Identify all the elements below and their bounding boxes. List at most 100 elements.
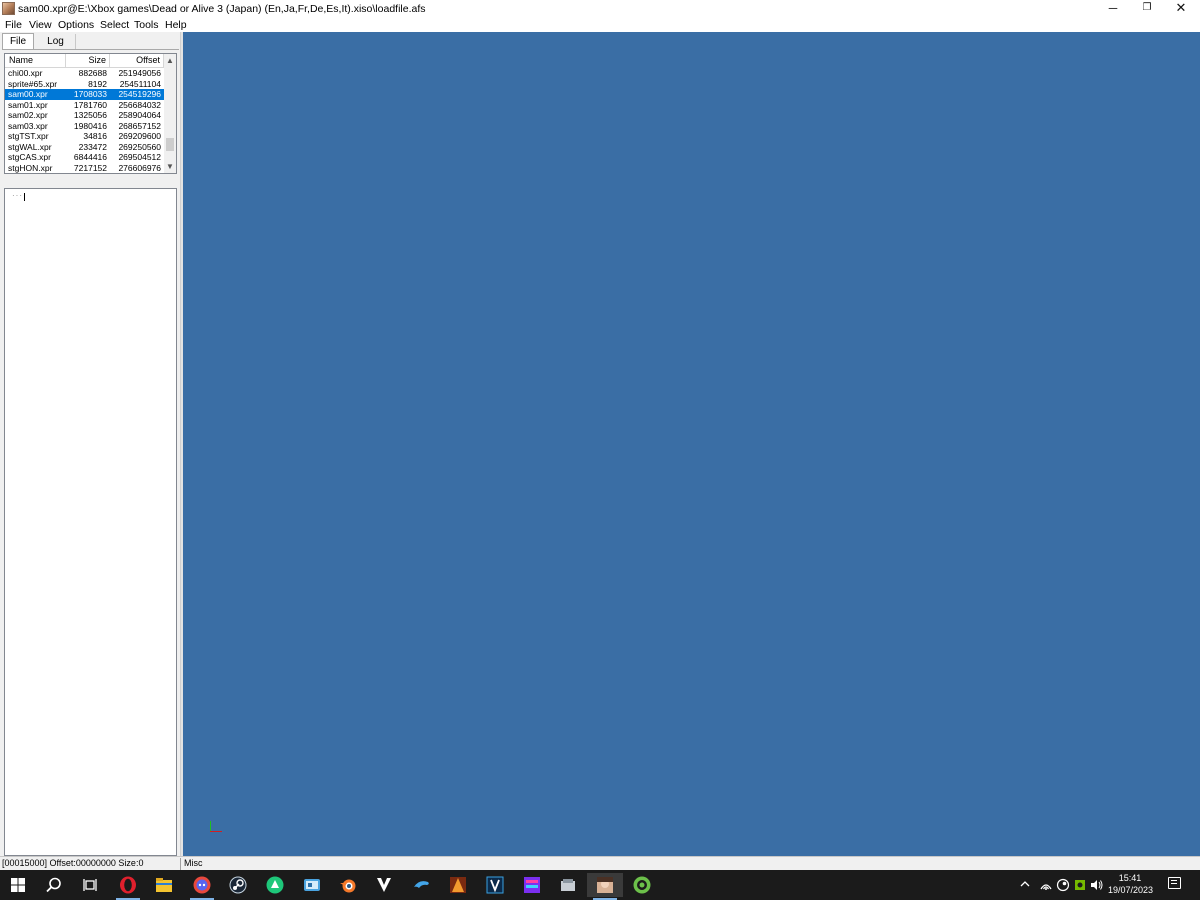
list-item[interactable]: sam01.xpr 1781760 256684032 (5, 100, 164, 111)
cell-size: 8192 (88, 78, 107, 89)
scroll-up-arrow-icon[interactable]: ▲ (164, 55, 176, 66)
cell-name: sam02.xpr (8, 110, 48, 120)
steam-icon[interactable] (220, 873, 256, 897)
status-bar: [00015000] Offset:00000000 Size:0 Misc (0, 856, 1200, 870)
blender-icon[interactable] (330, 873, 366, 897)
app-green-icon[interactable] (257, 873, 293, 897)
nvidia-icon[interactable] (1073, 877, 1087, 893)
file-list-rows: chi00.xpr 882688 251949056 sprite#65.xpr 81… (5, 68, 164, 173)
cell-offset: 254511104 (119, 78, 161, 89)
menu-view[interactable]: View (29, 19, 52, 31)
task-view-icon[interactable] (72, 873, 108, 897)
column-header-offset[interactable]: Offset (110, 54, 164, 67)
minimize-button[interactable]: ─ (1096, 0, 1130, 17)
windows-start-icon[interactable] (0, 873, 36, 897)
cell-size: 1781760 (73, 99, 107, 110)
column-header-name[interactable]: Name (5, 54, 66, 67)
window-title: sam00.xpr@E:\Xbox games\Dead or Alive 3 … (18, 3, 426, 15)
clock-date: 19/07/2023 (1108, 885, 1154, 895)
file-list-scrollbar[interactable]: ▲ ▼ (164, 54, 176, 173)
list-item[interactable]: stgTST.xpr 34816 269209600 (5, 131, 164, 142)
cell-size: 6844416 (73, 152, 107, 162)
tree-view[interactable]: ···· (4, 188, 177, 856)
search-icon[interactable] (36, 873, 72, 897)
opera-browser-icon[interactable] (110, 873, 146, 900)
list-item-selected[interactable]: sam00.xpr 1708033 254519296 (5, 89, 164, 100)
app-blue-icon[interactable] (294, 873, 330, 897)
cell-name: sam03.xpr (8, 120, 48, 131)
discord-icon[interactable] (184, 873, 220, 900)
cell-size: 882688 (78, 68, 107, 78)
cell-name: sprite#65.xpr (8, 78, 58, 89)
network-icon[interactable] (1039, 877, 1053, 893)
title-bar: sam00.xpr@E:\Xbox games\Dead or Alive 3 … (0, 0, 1200, 17)
vegas-icon[interactable] (477, 873, 513, 897)
list-item[interactable]: stgWAL.xpr 233472 269250560 (5, 142, 164, 153)
tab-file[interactable]: File (2, 33, 34, 49)
restore-button[interactable]: ❐ (1130, 0, 1164, 17)
dolphin-emulator-icon[interactable] (404, 873, 440, 897)
cell-size: 1980416 (73, 120, 107, 131)
cell-name: stgCAS.xpr (8, 152, 51, 162)
vortex-icon[interactable] (366, 873, 402, 897)
cell-name: chi00.xpr (8, 68, 43, 78)
file-explorer-icon[interactable] (146, 873, 182, 897)
menu-file[interactable]: File (5, 19, 22, 31)
volume-icon[interactable] (1090, 877, 1104, 893)
tab-log[interactable]: Log (36, 34, 76, 50)
list-item[interactable]: stgHON.xpr 7217152 276606976 (5, 163, 164, 174)
cell-size: 7217152 (73, 162, 107, 173)
app-gray-icon[interactable] (550, 873, 586, 897)
notification-center-icon[interactable] (1168, 877, 1181, 889)
list-item[interactable]: stgCAS.xpr 6844416 269504512 (5, 152, 164, 163)
cell-name: sam00.xpr (8, 89, 48, 99)
file-list[interactable]: Name Size Offset chi00.xpr 882688 25194905… (4, 53, 177, 174)
left-panel: File Log Name Size Offset chi00.xpr 88268… (0, 32, 181, 856)
taskbar-clock[interactable]: 15:41 19/07/2023 (1108, 872, 1154, 896)
cell-size: 1325056 (73, 110, 107, 120)
cell-offset: 256684032 (118, 99, 161, 110)
list-item[interactable]: chi00.xpr 882688 251949056 (5, 68, 164, 79)
cell-size: 1708033 (73, 89, 107, 99)
menu-options[interactable]: Options (58, 19, 94, 31)
cell-offset: 269209600 (118, 131, 161, 141)
list-item[interactable]: sam02.xpr 1325056 258904064 (5, 110, 164, 121)
hex-editor-icon[interactable] (514, 873, 550, 897)
cell-offset: 268657152 (118, 120, 161, 131)
menu-select[interactable]: Select (100, 19, 129, 31)
app-green-circle-icon[interactable] (624, 873, 660, 897)
cell-name: stgWAL.xpr (8, 141, 52, 152)
scroll-thumb[interactable] (166, 138, 174, 151)
cell-offset: 254519296 (118, 89, 161, 99)
cell-size: 34816 (83, 131, 107, 141)
cell-offset: 269250560 (118, 141, 161, 152)
steam-tray-icon[interactable] (1056, 877, 1070, 893)
cell-offset: 258904064 (118, 110, 161, 120)
cell-offset: 269504512 (118, 152, 161, 162)
status-offset-text: [00015000] Offset:00000000 Size:0 (2, 858, 144, 868)
status-separator (180, 858, 181, 870)
tab-divider (2, 49, 179, 50)
column-header-size[interactable]: Size (66, 54, 110, 67)
cell-offset: 251949056 (118, 68, 161, 78)
close-button[interactable]: ✕ (1164, 0, 1198, 17)
cell-name: sam01.xpr (8, 99, 48, 110)
list-item[interactable]: sam03.xpr 1980416 268657152 (5, 121, 164, 132)
noesis-app-icon[interactable] (587, 873, 623, 900)
menu-bar: File View Options Select Tools Help (0, 17, 1200, 32)
axis-y-gizmo (210, 821, 211, 831)
tree-node-caret[interactable] (24, 193, 25, 201)
clock-time: 15:41 (1118, 873, 1142, 883)
cell-size: 233472 (78, 141, 107, 152)
menu-tools[interactable]: Tools (134, 19, 159, 31)
app-orange-icon[interactable] (440, 873, 476, 897)
status-misc-text: Misc (184, 858, 203, 868)
3d-viewport[interactable] (183, 32, 1200, 856)
tray-overflow-chevron-icon[interactable] (1020, 880, 1030, 888)
app-icon (2, 2, 15, 15)
menu-help[interactable]: Help (165, 19, 187, 31)
cell-offset: 276606976 (118, 162, 161, 173)
file-list-header: Name Size Offset (5, 54, 164, 68)
scroll-down-arrow-icon[interactable]: ▼ (164, 161, 176, 172)
list-item[interactable]: sprite#65.xpr 8192 254511104 (5, 79, 164, 90)
